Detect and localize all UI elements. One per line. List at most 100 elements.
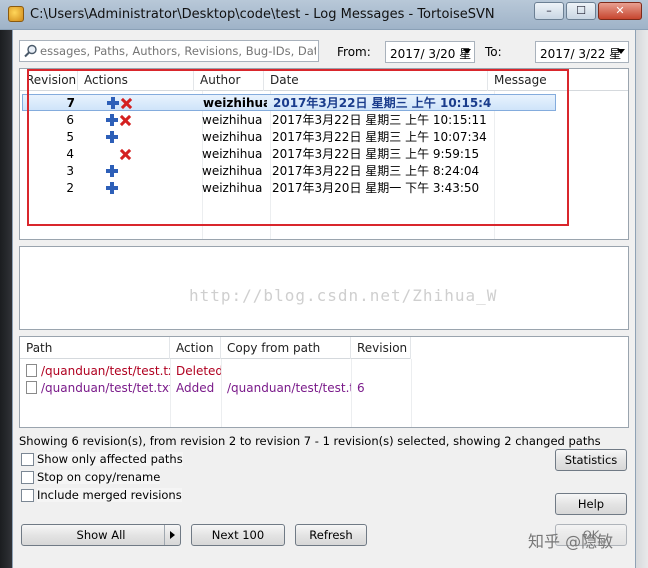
log-list-header: Revision Actions Author Date Message [20,69,628,91]
to-label: To: [485,45,502,59]
revision-cell: 5 [66,130,74,144]
path-cell: /quanduan/test/test.txt [20,363,170,380]
date-cell: 2017年3月22日 星期三 上午 8:24:04 [272,164,480,178]
show-all-button[interactable]: Show All [21,524,181,546]
from-date-picker[interactable]: 2017/ 3/20 星 [385,41,475,63]
checkbox-box[interactable] [21,471,34,484]
path-revision-cell [351,363,411,380]
maximize-button[interactable]: ☐ [566,2,596,20]
statistics-button[interactable]: Statistics [555,449,627,471]
log-row[interactable]: 5 weizhihua 2017年3月22日 星期三 上午 10:07:34 [22,129,490,146]
revision-log-list[interactable]: Revision Actions Author Date Message 7 w… [19,68,629,240]
date-cell: 2017年3月20日 星期一 下午 3:43:50 [272,181,480,195]
delete-action-icon [120,149,131,160]
search-icon[interactable] [24,44,38,58]
include-merged-label: Include merged revisions [37,488,182,502]
revision-cell: 6 [66,113,74,127]
actions-cell [80,180,196,197]
author-cell: weizhihua [203,96,267,110]
column-header-author[interactable]: Author [194,69,264,91]
actions-cell [80,146,196,163]
column-header-date[interactable]: Date [264,69,488,91]
chevron-down-icon[interactable] [463,49,471,54]
stop-on-copy-label: Stop on copy/rename [37,470,161,484]
dialog-client-area: From: 2017/ 3/20 星 To: 2017/ 3/22 星 Revi… [12,30,636,568]
log-row[interactable]: 2 weizhihua 2017年3月20日 星期一 下午 3:43:50 [22,180,490,197]
only-affected-label: Show only affected paths [37,452,183,466]
help-button[interactable]: Help [555,493,627,515]
minimize-button[interactable]: – [534,2,564,20]
log-row[interactable]: 3 weizhihua 2017年3月22日 星期三 上午 8:24:04 [22,163,490,180]
file-icon [26,364,37,377]
column-header-path[interactable]: Path [20,337,170,359]
revision-cell: 3 [66,164,74,178]
title-bar[interactable]: C:\Users\Administrator\Desktop\code\test… [0,0,648,30]
blog-watermark: http://blog.csdn.net/Zhihua_W [189,286,498,305]
date-cell: 2017年3月22日 星期三 上午 10:15:47 [273,96,491,110]
date-cell: 2017年3月22日 星期三 上午 9:59:15 [272,147,480,161]
delete-action-icon [120,115,131,126]
author-cell: weizhihua [202,130,263,144]
log-row[interactable]: 6 weizhihua 2017年3月22日 星期三 上午 10:15:11 [22,112,490,129]
zhihu-watermark: 知乎 @隐敏 [528,532,614,551]
checkbox-box[interactable] [21,453,34,466]
author-cell: weizhihua [202,164,263,178]
action-cell: Deleted [176,364,221,378]
date-cell: 2017年3月22日 星期三 上午 10:15:11 [272,113,487,127]
add-action-icon [106,131,118,143]
actions-cell [81,95,197,110]
copy-from-cell [221,363,351,380]
author-cell: weizhihua [202,181,263,195]
copy-from-cell: /quanduan/test/test.txt [227,381,351,395]
search-box[interactable] [19,40,319,62]
column-header-revision[interactable]: Revision [20,69,78,91]
author-cell: weizhihua [202,113,263,127]
path-text: /quanduan/test/test.txt [41,364,170,378]
log-row[interactable]: 7 weizhihua 2017年3月22日 星期三 上午 10:15:47 [22,94,556,111]
path-text: /quanduan/test/tet.txt [41,381,170,395]
next-100-button[interactable]: Next 100 [191,524,285,546]
checkbox-box[interactable] [21,489,34,502]
to-date-value: 2017/ 3/22 星 [540,47,622,61]
path-row[interactable]: /quanduan/test/test.txt Deleted [20,363,411,380]
revision-cell: 4 [66,147,74,161]
chevron-down-icon[interactable] [617,49,625,54]
refresh-button[interactable]: Refresh [295,524,367,546]
chevron-right-icon[interactable] [164,525,180,545]
column-header-action[interactable]: Action [170,337,221,359]
window-controls: – ☐ ✕ [534,2,642,20]
tortoisesvn-app-icon [8,6,24,22]
column-header-path-revision[interactable]: Revision [351,337,411,359]
path-row[interactable]: /quanduan/test/tet.txt Added /quanduan/t… [20,380,411,397]
add-action-icon [106,182,118,194]
from-date-value: 2017/ 3/20 星 [390,47,472,61]
column-divider [494,91,495,239]
from-label: From: [337,45,371,59]
author-cell: weizhihua [202,147,263,161]
path-revision-cell: 6 [357,381,365,395]
revision-cell: 2 [66,181,74,195]
window-title: C:\Users\Administrator\Desktop\code\test… [30,7,495,22]
paths-list-header: Path Action Copy from path Revision [20,337,411,359]
delete-action-icon [121,98,132,109]
file-icon [26,381,37,394]
status-text: Showing 6 revision(s), from revision 2 t… [19,434,601,448]
log-row[interactable]: 4 weizhihua 2017年3月22日 星期三 上午 9:59:15 [22,146,490,163]
actions-cell [80,163,196,180]
path-cell: /quanduan/test/tet.txt [20,380,170,397]
column-header-message[interactable]: Message [488,69,628,91]
show-all-label: Show All [76,528,126,542]
log-messages-window: C:\Users\Administrator\Desktop\code\test… [0,0,648,568]
column-header-copy-from[interactable]: Copy from path [221,337,351,359]
add-action-icon [107,97,119,109]
changed-paths-list[interactable]: Path Action Copy from path Revision /qua… [19,336,629,428]
add-action-icon [106,165,118,177]
column-divider [411,359,412,427]
date-cell: 2017年3月22日 星期三 上午 10:07:34 [272,130,487,144]
close-button[interactable]: ✕ [598,2,642,20]
action-cell: Added [176,381,215,395]
search-input[interactable] [40,42,316,60]
add-action-icon [106,114,118,126]
to-date-picker[interactable]: 2017/ 3/22 星 [535,41,629,63]
column-header-actions[interactable]: Actions [78,69,194,91]
